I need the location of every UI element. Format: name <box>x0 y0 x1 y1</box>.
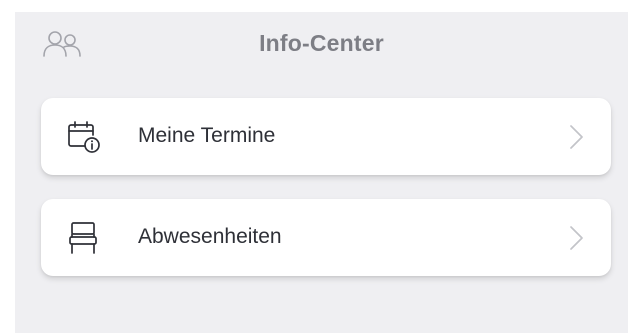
chevron-right-icon <box>570 226 583 250</box>
menu-item-meine-termine[interactable]: Meine Termine <box>41 98 611 175</box>
page-title: Info-Center <box>259 30 384 56</box>
info-center-screen: Info-Center Meine Termine Abwesenheiten <box>15 12 628 333</box>
chair-icon <box>69 222 97 254</box>
menu-item-label: Meine Termine <box>138 124 276 147</box>
menu-item-label: Abwesenheiten <box>138 225 282 248</box>
menu-item-abwesenheiten[interactable]: Abwesenheiten <box>41 199 611 276</box>
header: Info-Center <box>15 12 628 74</box>
chevron-right-icon <box>570 125 583 149</box>
calendar-info-icon <box>68 121 100 153</box>
